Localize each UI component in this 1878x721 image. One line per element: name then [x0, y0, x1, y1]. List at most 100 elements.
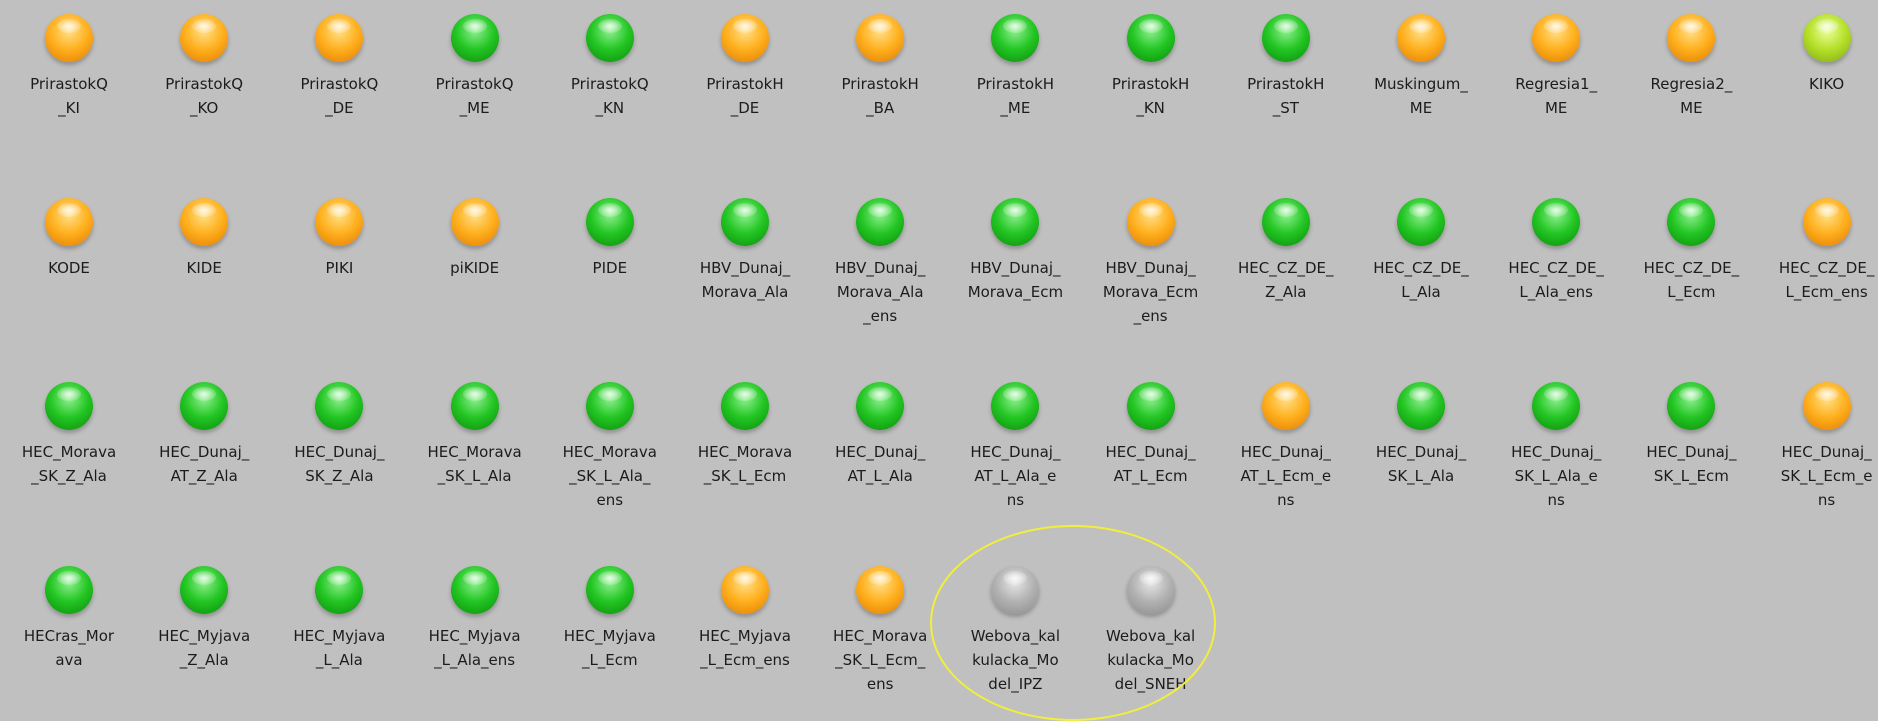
gray-status-lamp-icon: [1126, 566, 1175, 614]
orange-status-lamp-icon: [1126, 198, 1175, 246]
green-status-lamp-icon: [1397, 198, 1445, 246]
orange-status-lamp-icon: [856, 14, 905, 62]
green-status-lamp-icon: [450, 566, 499, 614]
green-status-lamp-icon: [450, 14, 499, 62]
model-label: HEC_Dunaj_ SK_L_Ala: [1375, 443, 1467, 485]
green-status-lamp-icon: [1126, 14, 1175, 62]
green-status-lamp-icon: [450, 382, 499, 430]
green-status-lamp-icon: [1261, 14, 1310, 62]
green-status-lamp-icon: [45, 382, 93, 430]
orange-status-lamp-icon: [1802, 198, 1851, 246]
green-status-lamp-icon: [1532, 382, 1581, 430]
green-status-lamp-icon: [1261, 198, 1310, 246]
model-label: PrirastokH _KN: [1111, 75, 1190, 117]
orange-status-lamp-icon: [1667, 14, 1716, 62]
model-label: HEC_CZ_DE_ L_Ecm: [1643, 259, 1740, 301]
orange-status-lamp-icon: [180, 198, 229, 246]
model-label: HECras_Mor ava: [23, 627, 115, 669]
model-label: KIDE: [186, 259, 222, 277]
green-status-lamp-icon: [180, 566, 229, 614]
model-label: Webova_kal kulacka_Mo del_SNEH: [1105, 627, 1196, 693]
orange-status-lamp-icon: [856, 566, 905, 614]
model-label: Regresia1_ ME: [1515, 75, 1598, 117]
green-status-lamp-icon: [991, 14, 1040, 62]
model-label: HEC_Dunaj_ AT_L_Ecm_e ns: [1240, 443, 1332, 509]
model-label: HBV_Dunaj_ Morava_Ala: [699, 259, 791, 301]
model-label: HEC_CZ_DE_ Z_Ala: [1238, 259, 1334, 301]
orange-status-lamp-icon: [721, 566, 769, 614]
model-label: PrirastokQ _DE: [300, 75, 379, 117]
model-label: Regresia2_ ME: [1650, 75, 1733, 117]
model-label: HEC_CZ_DE_ L_Ecm_ens: [1778, 259, 1875, 301]
model-label: PrirastokQ _KI: [30, 75, 108, 117]
model-label: PrirastokH _ME: [976, 75, 1055, 117]
model-label: KODE: [48, 259, 90, 277]
green-status-lamp-icon: [45, 566, 93, 614]
model-label: HEC_Dunaj_ AT_L_Ala: [835, 443, 926, 485]
green-status-lamp-icon: [721, 382, 769, 430]
model-label: HEC_Morava _SK_L_Ecm_ ens: [833, 627, 928, 693]
orange-status-lamp-icon: [315, 14, 364, 62]
model-label: HEC_CZ_DE_ L_Ala: [1373, 259, 1469, 301]
model-label: HEC_Morava _SK_L_Ecm: [697, 443, 793, 485]
model-label: HEC_Dunaj_ AT_L_Ecm: [1105, 443, 1196, 485]
orange-status-lamp-icon: [1802, 382, 1851, 430]
gray-status-lamp-icon: [991, 566, 1040, 614]
model-label: HEC_Morava _SK_Z_Ala: [21, 443, 117, 485]
green-status-lamp-icon: [585, 14, 634, 62]
green-status-lamp-icon: [180, 382, 229, 430]
model-label: HBV_Dunaj_ Morava_Ecm: [967, 259, 1064, 301]
orange-status-lamp-icon: [450, 198, 499, 246]
green-status-lamp-icon: [721, 198, 769, 246]
green-status-lamp-icon: [585, 198, 634, 246]
orange-status-lamp-icon: [721, 14, 769, 62]
lime-status-lamp-icon: [1802, 14, 1851, 62]
model-label: HEC_Myjava _L_Ecm_ens: [699, 627, 791, 669]
model-label: Muskingum_ ME: [1374, 75, 1468, 117]
green-status-lamp-icon: [1532, 198, 1581, 246]
green-status-lamp-icon: [585, 566, 634, 614]
model-label: HEC_Dunaj_ AT_Z_Ala: [159, 443, 250, 485]
orange-status-lamp-icon: [1261, 382, 1310, 430]
green-status-lamp-icon: [585, 382, 634, 430]
model-label: Webova_kal kulacka_Mo del_IPZ: [970, 627, 1060, 693]
model-label: KIKO: [1809, 75, 1845, 93]
model-label: HEC_Dunaj_ AT_L_Ala_e ns: [970, 443, 1061, 509]
orange-status-lamp-icon: [45, 198, 93, 246]
model-label: HEC_CZ_DE_ L_Ala_ens: [1508, 259, 1604, 301]
model-grid: PrirastokQ _KI PrirastokQ _KO PrirastokQ _…: [0, 0, 1878, 695]
green-status-lamp-icon: [1667, 382, 1716, 430]
green-status-lamp-icon: [315, 382, 364, 430]
orange-status-lamp-icon: [1397, 14, 1445, 62]
orange-status-lamp-icon: [180, 14, 229, 62]
model-label: HEC_Dunaj_ SK_Z_Ala: [294, 443, 385, 485]
model-label: PrirastokQ _ME: [435, 75, 514, 117]
green-status-lamp-icon: [856, 198, 905, 246]
model-label: HEC_Morava _SK_L_Ala: [427, 443, 522, 485]
model-label: PrirastokH _ST: [1247, 75, 1325, 117]
model-label: PrirastokH _BA: [841, 75, 919, 117]
orange-status-lamp-icon: [1532, 14, 1581, 62]
green-status-lamp-icon: [991, 198, 1040, 246]
green-status-lamp-icon: [856, 382, 905, 430]
model-label: HEC_Myjava _L_Ecm: [563, 627, 656, 669]
model-label: PrirastokQ _KO: [165, 75, 244, 117]
model-label: HEC_Myjava _Z_Ala: [158, 627, 251, 669]
model-label: HEC_Dunaj_ SK_L_Ecm: [1646, 443, 1737, 485]
orange-status-lamp-icon: [315, 198, 364, 246]
model-label: PrirastokQ _KN: [570, 75, 649, 117]
model-label: PrirastokH _DE: [706, 75, 784, 117]
model-label: PIDE: [592, 259, 628, 277]
orange-status-lamp-icon: [45, 14, 93, 62]
model-label: HEC_Morava _SK_L_Ala_ ens: [562, 443, 657, 509]
model-label: HEC_Dunaj_ SK_L_Ecm_e ns: [1780, 443, 1873, 509]
model-label: PIKI: [325, 259, 354, 277]
model-label: HBV_Dunaj_ Morava_Ecm _ens: [1102, 259, 1199, 325]
model-label: piKIDE: [450, 259, 500, 277]
green-status-lamp-icon: [1667, 198, 1716, 246]
model-label: HBV_Dunaj_ Morava_Ala _ens: [835, 259, 926, 325]
green-status-lamp-icon: [1126, 382, 1175, 430]
model-label: HEC_Myjava _L_Ala: [293, 627, 386, 669]
green-status-lamp-icon: [315, 566, 364, 614]
model-label: HEC_Dunaj_ SK_L_Ala_e ns: [1511, 443, 1602, 509]
